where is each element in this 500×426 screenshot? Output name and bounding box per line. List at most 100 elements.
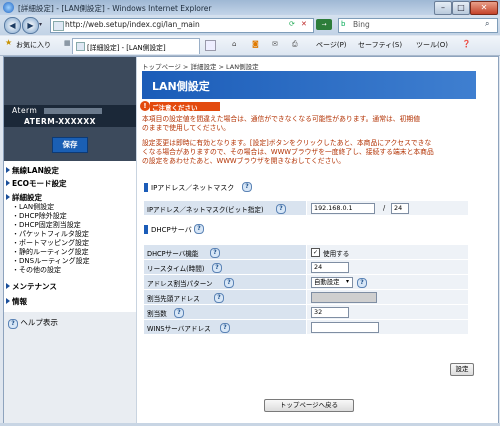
redacted-serial <box>44 108 102 114</box>
sidebar-item-label: ポートマッピング設定 <box>19 239 89 247</box>
section-dhcp-help[interactable]: ? <box>194 224 204 234</box>
search-placeholder: Bing <box>353 20 370 29</box>
sidebar-item-label: ECOモード設定 <box>12 179 67 188</box>
sidebar-item-other[interactable]: ・その他の設定 <box>12 265 61 275</box>
help-icon[interactable]: ? <box>224 278 234 288</box>
bullet-icon <box>6 180 10 186</box>
apply-button[interactable]: 設定 <box>450 363 474 376</box>
help-icon[interactable]: ? <box>357 278 367 288</box>
alloc-count-label: 割当数 <box>147 310 167 318</box>
help-icon[interactable]: ? <box>210 248 220 258</box>
wins-label: WINSサーバアドレス <box>147 325 211 333</box>
history-dropdown-icon[interactable]: ▾ <box>39 21 42 28</box>
sidebar-item-label: 詳細設定 <box>12 193 42 202</box>
tab-page-icon <box>76 42 85 51</box>
bullet-icon <box>6 167 10 173</box>
refresh-icon[interactable]: ⟳ <box>289 20 295 28</box>
window-title: [詳細設定] - [LAN側設定] - Windows Internet Exp… <box>18 4 212 13</box>
device-name: ATERM-XXXXXX <box>24 117 96 126</box>
feeds-icon[interactable]: ◙ <box>252 40 259 48</box>
help-icon[interactable]: ? <box>174 308 184 318</box>
alloc-pattern-label: アドレス割当パターン <box>147 280 213 288</box>
alloc-start-label: 割当先頭アドレス <box>147 295 200 303</box>
back-to-top-button[interactable]: トップページへ戻る <box>264 399 354 412</box>
sidebar-item-label: その他の設定 <box>19 266 61 274</box>
sidebar-item-info[interactable]: 情報 <box>6 296 27 307</box>
print-icon[interactable]: ⎙ <box>292 40 298 49</box>
forward-button[interactable]: ▶ <box>22 17 39 34</box>
sidebar-item-eco[interactable]: ECOモード設定 <box>6 178 67 189</box>
safety-menu[interactable]: セーフティ(S) <box>358 40 402 50</box>
lease-time-label: リースタイム(時間) <box>147 265 205 273</box>
maximize-button[interactable]: □ <box>452 1 470 15</box>
mask-separator: / <box>383 204 386 212</box>
help-link[interactable]: ? ヘルプ表示 <box>8 317 58 329</box>
alloc-count-input[interactable]: 32 <box>311 307 349 318</box>
home-icon[interactable]: ⌂ <box>232 40 236 48</box>
new-tab-icon[interactable] <box>205 40 216 51</box>
dhcp-server-label: DHCPサーバ機能 <box>147 250 199 258</box>
mail-icon[interactable]: ✉ <box>272 40 278 48</box>
address-url-text: http://web.setup/index.cgi/lan_main <box>65 20 200 29</box>
sidebar-item-label: 無線LAN設定 <box>12 166 59 175</box>
sidebar-item-label: DNSルーティング設定 <box>19 257 90 265</box>
search-input[interactable]: b Bing ⌕ <box>338 18 498 33</box>
lease-time-input[interactable]: 24 <box>311 262 349 273</box>
help-icon[interactable]: ? <box>212 263 222 273</box>
note-text-line: の設定をあわせたあと、WWWブラウザを開きなおしてください。 <box>142 157 345 165</box>
back-button[interactable]: ◀ <box>4 17 21 34</box>
help-icon: ? <box>194 224 204 234</box>
page-icon <box>53 21 64 31</box>
help-icon[interactable]: ❓ <box>462 40 471 48</box>
stop-icon[interactable]: ✕ <box>301 20 307 28</box>
caution-text-line: のままで使用してください。 <box>142 124 230 132</box>
help-icon: ? <box>8 319 18 329</box>
search-icon[interactable]: ⌕ <box>485 19 489 29</box>
help-icon[interactable]: ? <box>220 323 230 333</box>
sidebar-item-label: DHCP固定割当設定 <box>19 221 81 229</box>
go-icon[interactable]: → <box>316 19 332 30</box>
section-dhcp-heading: DHCPサーバ <box>151 226 192 234</box>
section-marker <box>144 225 148 234</box>
save-button[interactable]: 保存 <box>52 137 88 153</box>
tab-lan-settings[interactable]: [詳細設定] - [LAN側設定] <box>72 38 200 54</box>
favorites-star-icon[interactable]: ★ <box>5 38 12 47</box>
ip-mask-label: IPアドレス／ネットマスク(ビット指定) <box>147 206 264 214</box>
caution-label: ご注意ください <box>150 102 220 112</box>
page-menu[interactable]: ページ(P) <box>316 40 347 50</box>
quick-tabs-icon[interactable]: ▦ <box>64 39 71 47</box>
bullet-icon <box>6 283 10 289</box>
ip-mask-row: IPアドレス／ネットマスク(ビット指定) ? 192.168.0.1 / 24 <box>144 201 468 216</box>
sidebar-item-label: LAN側設定 <box>19 203 55 211</box>
close-button[interactable]: ✕ <box>470 1 498 15</box>
sidebar-item-wireless[interactable]: 無線LAN設定 <box>6 165 59 176</box>
section-ip-help[interactable]: ? <box>242 182 252 192</box>
minimize-button[interactable]: – <box>434 1 452 15</box>
address-input[interactable]: http://web.setup/index.cgi/lan_main ⟳ ✕ <box>50 18 314 33</box>
sidebar-item-label: 静的ルーティング設定 <box>19 248 89 256</box>
chevron-down-icon: ▾ <box>346 278 350 285</box>
favorites-button[interactable]: お気に入り <box>16 40 51 50</box>
wins-row: WINSサーバアドレス ? <box>144 320 468 335</box>
section-ip-heading: IPアドレス／ネットマスク <box>151 184 235 192</box>
netmask-input[interactable]: 24 <box>391 203 409 214</box>
sidebar: Aterm ATERM-XXXXXX 保存 無線LAN設定 ECOモード設定 詳… <box>4 57 137 423</box>
alloc-pattern-row: アドレス割当パターン ? 自動設定 ▾ ? <box>144 275 468 290</box>
warning-icon: ! <box>140 101 150 111</box>
ip-address-input[interactable]: 192.168.0.1 <box>311 203 375 214</box>
bullet-icon <box>6 298 10 304</box>
sidebar-item-label: DHCP除外設定 <box>19 212 67 220</box>
alloc-start-row: 割当先頭アドレス ? <box>144 290 468 305</box>
help-icon[interactable]: ? <box>214 293 224 303</box>
sidebar-item-label: 情報 <box>12 297 27 306</box>
sidebar-item-label: メンテナンス <box>12 282 57 291</box>
bing-logo-icon: b <box>341 20 346 28</box>
tools-menu[interactable]: ツール(O) <box>416 40 448 50</box>
wins-input[interactable] <box>311 322 379 333</box>
alloc-start-input[interactable] <box>311 292 377 303</box>
tab-label: [詳細設定] - [LAN側設定] <box>87 44 166 52</box>
help-icon[interactable]: ? <box>276 204 286 214</box>
dhcp-enable-checkbox[interactable]: ✓ <box>311 248 320 257</box>
sidebar-item-maintenance[interactable]: メンテナンス <box>6 281 57 292</box>
dhcp-enable-label: 使用する <box>323 250 350 258</box>
